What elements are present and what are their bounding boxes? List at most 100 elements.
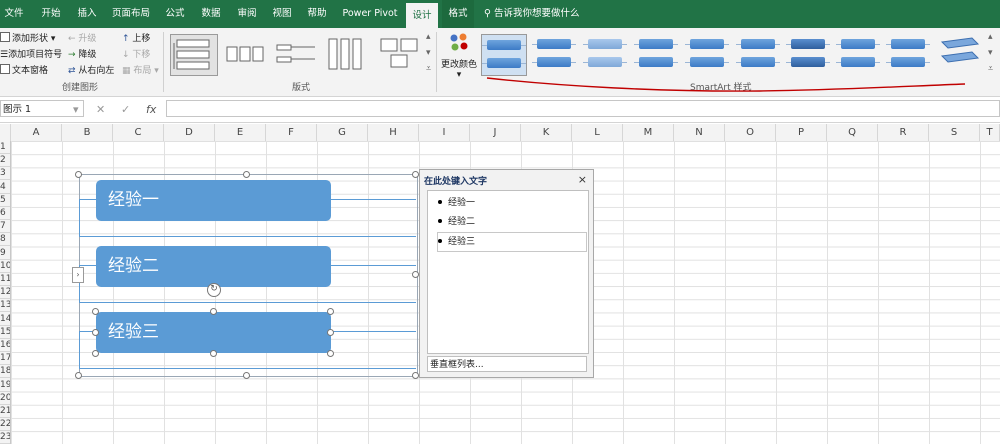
- tab-insert[interactable]: 插入: [72, 0, 102, 28]
- row-header[interactable]: 22: [0, 418, 10, 432]
- function-icon[interactable]: fx: [146, 103, 156, 116]
- tab-file[interactable]: 文件: [0, 0, 28, 28]
- row-header[interactable]: 3: [0, 167, 10, 181]
- row-header[interactable]: 8: [0, 233, 10, 247]
- row-header[interactable]: 11: [0, 273, 10, 286]
- row-header[interactable]: 6: [0, 207, 10, 220]
- row-header[interactable]: 9: [0, 247, 10, 260]
- row-header[interactable]: 18: [0, 365, 10, 379]
- layout-thumb-5[interactable]: [376, 34, 424, 76]
- expand-text-pane-icon[interactable]: ›: [72, 267, 84, 283]
- column-header[interactable]: M: [623, 124, 674, 141]
- gallery-scroll-down-icon[interactable]: ▾: [426, 48, 431, 58]
- resize-handle[interactable]: [412, 372, 419, 379]
- tab-power-pivot[interactable]: Power Pivot: [338, 0, 402, 28]
- row-header[interactable]: 16: [0, 339, 10, 352]
- tab-data[interactable]: 数据: [196, 0, 226, 28]
- row-header[interactable]: 21: [0, 405, 10, 418]
- name-box[interactable]: 图示 1: [0, 100, 84, 117]
- row-header[interactable]: 20: [0, 392, 10, 405]
- gallery-more-icon[interactable]: ⩡: [426, 64, 431, 74]
- style-thumb-2[interactable]: [532, 34, 576, 74]
- right-to-left-button[interactable]: ⇄ 从右向左: [68, 63, 114, 76]
- row-header[interactable]: 5: [0, 194, 10, 207]
- style-thumb-6[interactable]: [736, 34, 780, 74]
- resize-handle[interactable]: [75, 372, 82, 379]
- column-header[interactable]: S: [929, 124, 980, 141]
- column-header[interactable]: H: [368, 124, 419, 141]
- close-icon[interactable]: ×: [578, 173, 587, 186]
- styles-scroll-down-icon[interactable]: ▾: [988, 48, 993, 58]
- text-pane-item[interactable]: 经验三: [437, 232, 587, 252]
- column-header[interactable]: G: [317, 124, 368, 141]
- styles-scroll-up-icon[interactable]: ▴: [988, 32, 993, 42]
- resize-handle[interactable]: [243, 171, 250, 178]
- tell-me-search[interactable]: ⚲ 告诉我你想要做什么: [484, 0, 580, 28]
- resize-handle[interactable]: [327, 329, 334, 336]
- tab-review[interactable]: 审阅: [232, 0, 262, 28]
- text-pane-list[interactable]: 经验一 经验二 经验三: [427, 190, 589, 354]
- resize-handle[interactable]: [92, 329, 99, 336]
- resize-handle[interactable]: [327, 308, 334, 315]
- style-thumb-7[interactable]: [786, 34, 830, 74]
- row-header[interactable]: 2: [0, 154, 10, 168]
- style-thumb-4[interactable]: [634, 34, 678, 74]
- column-header[interactable]: T: [980, 124, 1000, 141]
- move-down-button[interactable]: ↓ 下移: [122, 47, 150, 60]
- column-header[interactable]: D: [164, 124, 215, 141]
- resize-handle[interactable]: [210, 350, 217, 357]
- row-header[interactable]: 12: [0, 286, 10, 300]
- column-header[interactable]: O: [725, 124, 776, 141]
- resize-handle[interactable]: [412, 171, 419, 178]
- column-header[interactable]: R: [878, 124, 929, 141]
- column-header[interactable]: C: [113, 124, 164, 141]
- styles-more-icon[interactable]: ⩡: [988, 64, 993, 74]
- smartart-item-1[interactable]: 经验一: [96, 180, 331, 221]
- rotate-handle-icon[interactable]: ↻: [207, 283, 221, 297]
- row-header[interactable]: 15: [0, 326, 10, 339]
- select-all-corner[interactable]: [0, 124, 11, 141]
- row-header[interactable]: 1: [0, 141, 10, 154]
- row-header[interactable]: 19: [0, 379, 10, 392]
- column-header[interactable]: I: [419, 124, 470, 141]
- tab-help[interactable]: 帮助: [302, 0, 332, 28]
- style-thumb-10[interactable]: [938, 34, 980, 74]
- tab-view[interactable]: 视图: [267, 0, 297, 28]
- column-header[interactable]: E: [215, 124, 266, 141]
- column-header[interactable]: N: [674, 124, 725, 141]
- style-thumb-1[interactable]: [481, 34, 527, 76]
- layout-button[interactable]: ▦ 布局 ▾: [122, 63, 159, 76]
- layout-thumb-3[interactable]: [272, 34, 320, 76]
- row-header[interactable]: 14: [0, 313, 10, 326]
- row-header[interactable]: 10: [0, 260, 10, 273]
- resize-handle[interactable]: [412, 271, 419, 278]
- layout-thumb-4[interactable]: [322, 34, 370, 76]
- tab-page-layout[interactable]: 页面布局: [106, 0, 156, 28]
- tab-formulas[interactable]: 公式: [160, 0, 190, 28]
- text-pane-item[interactable]: 经验一: [438, 194, 586, 212]
- resize-handle[interactable]: [75, 171, 82, 178]
- column-header[interactable]: Q: [827, 124, 878, 141]
- column-header[interactable]: F: [266, 124, 317, 141]
- tab-design[interactable]: 设计: [406, 3, 438, 28]
- text-pane-button[interactable]: 文本窗格: [0, 63, 48, 76]
- style-thumb-9[interactable]: [886, 34, 930, 74]
- row-header[interactable]: 17: [0, 352, 10, 366]
- gallery-scroll-up-icon[interactable]: ▴: [426, 32, 431, 42]
- tab-format[interactable]: 格式: [442, 0, 474, 28]
- column-header[interactable]: K: [521, 124, 572, 141]
- layout-thumb-2[interactable]: [222, 34, 270, 76]
- resize-handle[interactable]: [243, 372, 250, 379]
- text-pane-footer-link[interactable]: 垂直框列表...: [427, 356, 587, 372]
- column-header[interactable]: J: [470, 124, 521, 141]
- text-pane-item[interactable]: 经验二: [438, 213, 586, 231]
- column-header[interactable]: L: [572, 124, 623, 141]
- smartart-item-2[interactable]: 经验二: [96, 246, 331, 287]
- promote-button[interactable]: ← 升级: [68, 31, 96, 44]
- column-header[interactable]: A: [11, 124, 62, 141]
- add-bullet-button[interactable]: ☰添加项目符号: [0, 47, 62, 60]
- resize-handle[interactable]: [92, 350, 99, 357]
- resize-handle[interactable]: [210, 308, 217, 315]
- change-colors-button[interactable]: 更改颜色 ▾: [440, 32, 478, 80]
- column-header[interactable]: P: [776, 124, 827, 141]
